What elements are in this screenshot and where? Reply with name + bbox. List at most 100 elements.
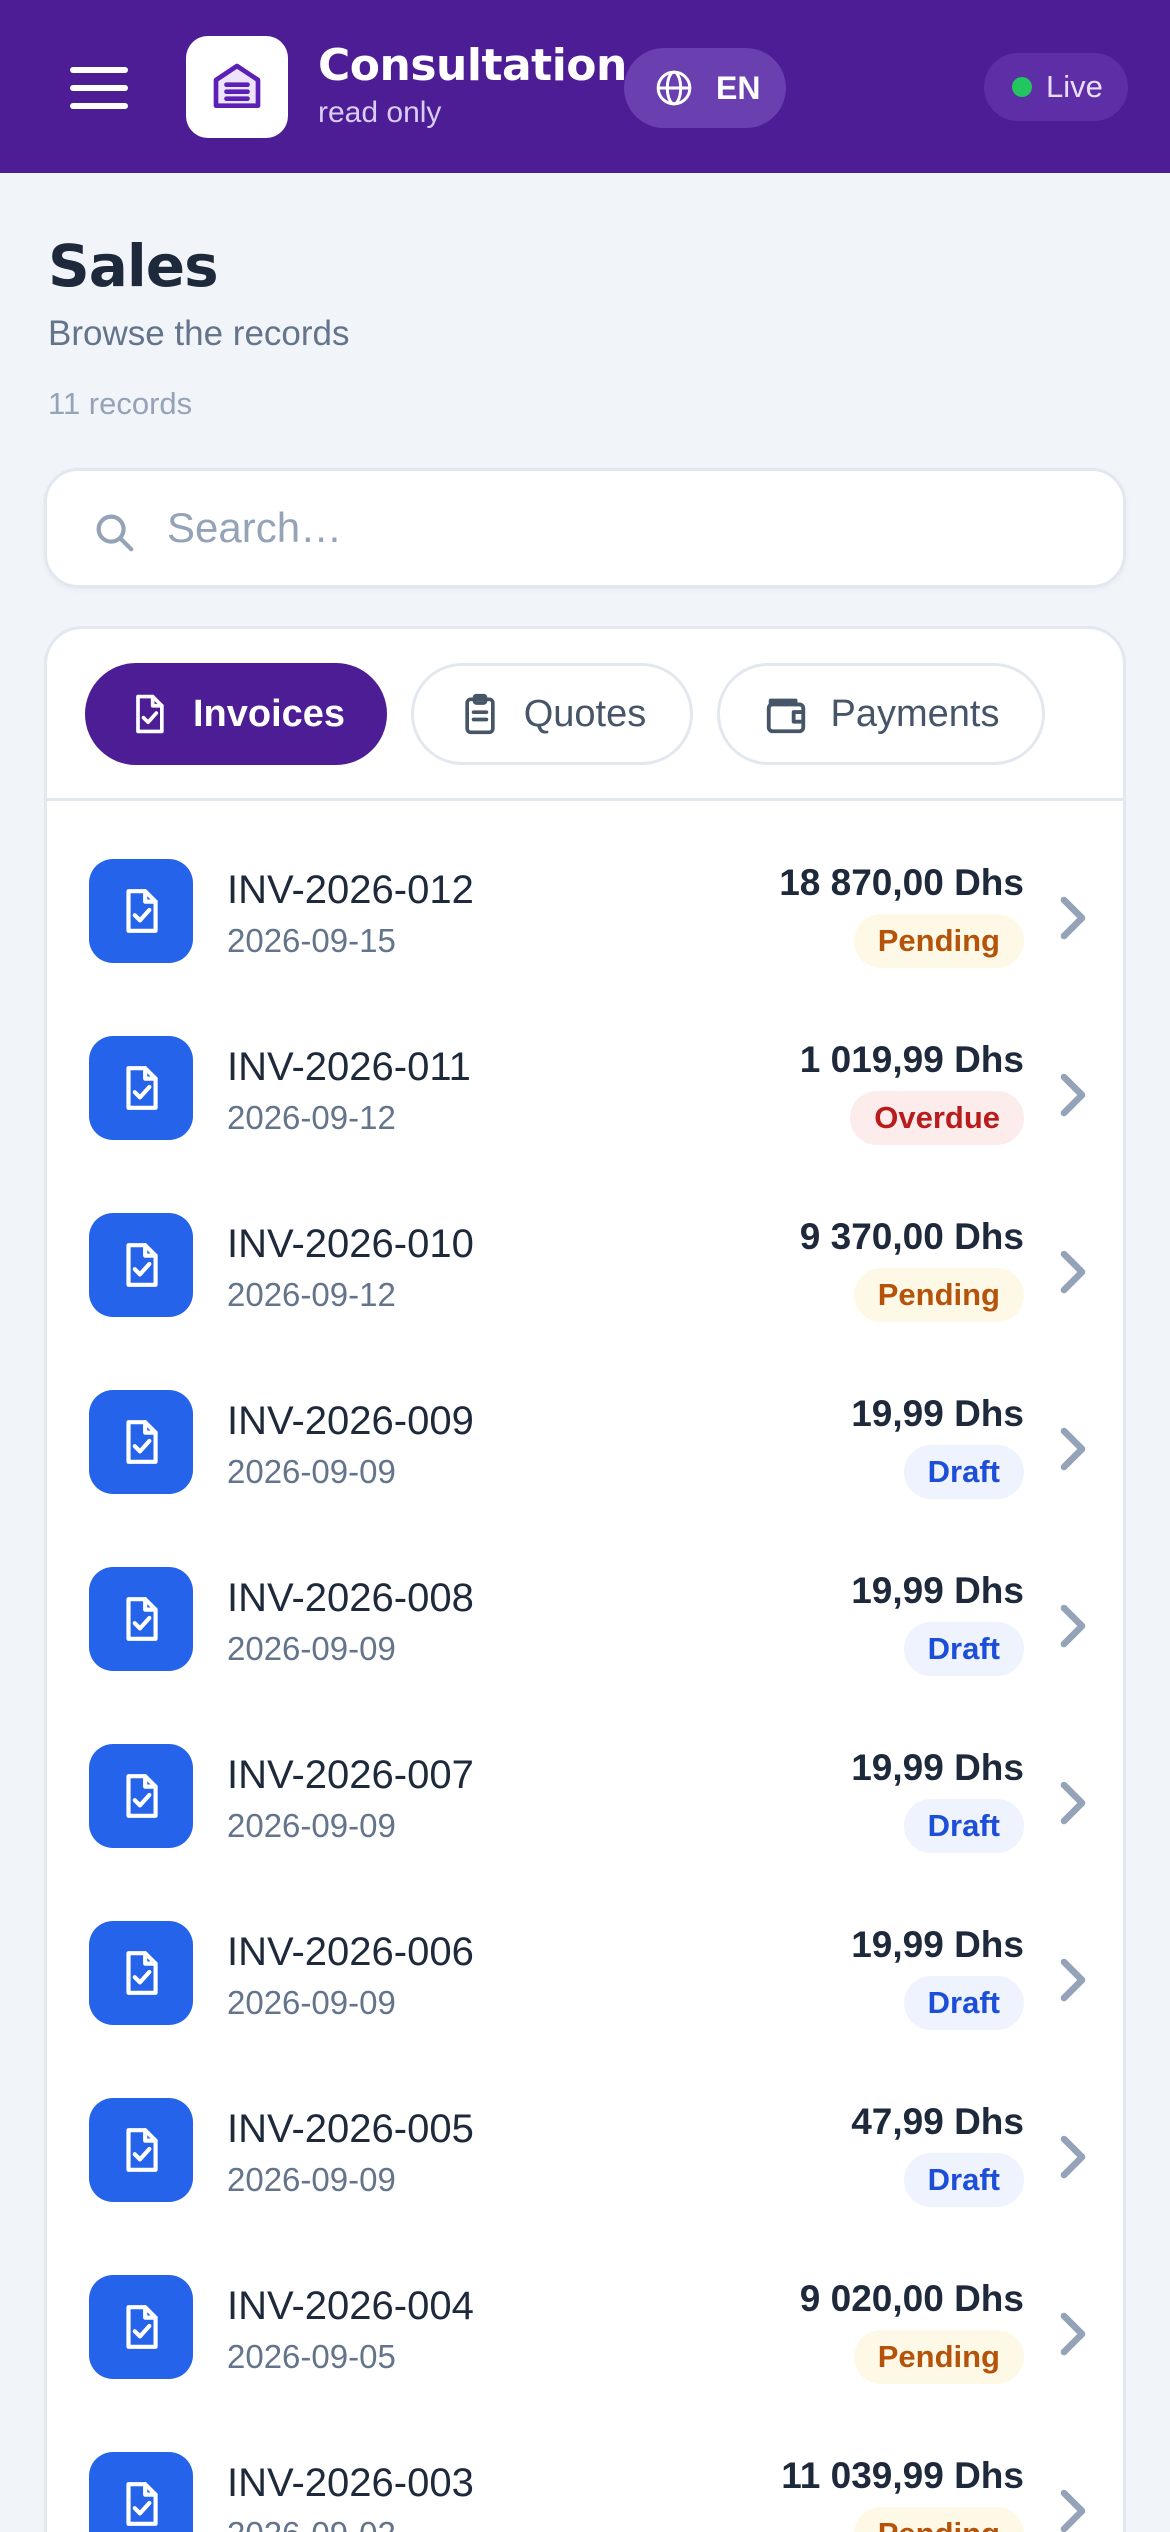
status-badge: Draft (903, 1976, 1024, 2030)
status-badge: Pending (853, 2507, 1024, 2532)
invoice-row[interactable]: INV-2026-004 2026-09-05 9 020,00 Dhs Pen… (47, 2220, 1123, 2397)
chevron-right-icon (1060, 2489, 1086, 2532)
invoice-row[interactable]: INV-2026-008 2026-09-09 19,99 Dhs Draft (47, 1512, 1123, 1689)
invoice-amount: 9 370,00 Dhs (799, 1216, 1024, 1257)
invoice-icon (89, 1036, 193, 1140)
tab-invoices-label: Invoices (192, 692, 346, 735)
page-subtitle: Browse the records (48, 314, 350, 353)
status-badge: Pending (853, 2330, 1024, 2384)
invoice-row[interactable]: INV-2026-009 2026-09-09 19,99 Dhs Draft (47, 1335, 1123, 1512)
invoice-list: INV-2026-012 2026-09-15 18 870,00 Dhs Pe… (47, 804, 1123, 2532)
invoice-icon (89, 2275, 193, 2379)
invoice-date: 2026-09-09 (227, 1807, 396, 1844)
search-box (44, 468, 1126, 588)
invoice-amount: 18 870,00 Dhs (779, 862, 1024, 903)
invoice-number: INV-2026-006 (227, 1930, 474, 1974)
invoice-amount: 19,99 Dhs (851, 1570, 1024, 1611)
invoice-icon (136, 694, 164, 734)
live-status-badge: Live (984, 53, 1128, 121)
invoice-icon (89, 1213, 193, 1317)
status-badge: Pending (853, 1268, 1024, 1322)
status-badge: Overdue (850, 1091, 1024, 1145)
search-icon (96, 514, 134, 552)
invoice-number: INV-2026-012 (227, 868, 474, 912)
invoice-icon (89, 859, 193, 963)
invoice-amount: 9 020,00 Dhs (799, 2278, 1024, 2319)
invoice-date: 2026-09-02 (227, 2515, 396, 2532)
language-button[interactable]: EN (624, 48, 786, 128)
invoice-number: INV-2026-008 (227, 1576, 474, 1620)
invoice-icon (89, 1390, 193, 1494)
invoice-amount: 19,99 Dhs (851, 1924, 1024, 1965)
invoice-icon (89, 1567, 193, 1671)
invoice-number: INV-2026-009 (227, 1399, 474, 1443)
live-status-label: Live (1046, 69, 1103, 104)
invoice-date: 2026-09-05 (227, 2338, 396, 2375)
logo (186, 36, 288, 138)
invoice-amount: 11 039,99 Dhs (781, 2455, 1024, 2496)
invoice-row[interactable]: INV-2026-006 2026-09-09 19,99 Dhs Draft (47, 1866, 1123, 2043)
language-label: EN (716, 69, 761, 106)
invoice-number: INV-2026-007 (227, 1753, 474, 1797)
invoice-number: INV-2026-005 (227, 2107, 474, 2151)
invoice-number: INV-2026-011 (227, 1045, 471, 1089)
chevron-right-icon (1060, 896, 1086, 940)
invoice-date: 2026-09-09 (227, 1984, 396, 2021)
records-card: Invoices Quotes Payments INV-2026-012 20… (44, 626, 1126, 2532)
tab-quotes-label: Quotes (523, 692, 647, 735)
invoice-number: INV-2026-004 (227, 2284, 474, 2328)
invoice-row[interactable]: INV-2026-011 2026-09-12 1 019,99 Dhs Ove… (47, 981, 1123, 1158)
invoice-icon (89, 1744, 193, 1848)
app-header: Consultation read only EN Live (0, 0, 1170, 173)
invoice-row[interactable]: INV-2026-010 2026-09-12 9 370,00 Dhs Pen… (47, 1158, 1123, 1335)
invoice-row[interactable]: INV-2026-005 2026-09-09 47,99 Dhs Draft (47, 2043, 1123, 2220)
status-badge: Draft (903, 2153, 1024, 2207)
invoice-date: 2026-09-09 (227, 1630, 396, 1667)
chevron-right-icon (1060, 2312, 1086, 2356)
invoice-icon (89, 2098, 193, 2202)
invoice-row[interactable]: INV-2026-012 2026-09-15 18 870,00 Dhs Pe… (47, 804, 1123, 981)
globe-icon (656, 70, 692, 106)
chevron-right-icon (1060, 1781, 1086, 1825)
invoice-date: 2026-09-09 (227, 1453, 396, 1490)
chevron-right-icon (1060, 1604, 1086, 1648)
record-count: 11 records (48, 386, 193, 421)
app-subtitle: read only (318, 96, 442, 129)
chevron-right-icon (1060, 1958, 1086, 2002)
live-dot-icon (1012, 77, 1032, 97)
chevron-right-icon (1060, 1250, 1086, 1294)
menu-icon[interactable] (70, 67, 128, 109)
status-badge: Pending (853, 914, 1024, 968)
invoice-date: 2026-09-12 (227, 1099, 396, 1136)
page-title: Sales (48, 232, 219, 300)
status-badge: Draft (903, 1622, 1024, 1676)
tab-payments[interactable]: Payments (717, 663, 1045, 765)
search-input[interactable] (167, 491, 1087, 565)
status-badge: Draft (903, 1445, 1024, 1499)
chevron-right-icon (1060, 2135, 1086, 2179)
tab-quotes[interactable]: Quotes (411, 663, 693, 765)
chevron-right-icon (1060, 1427, 1086, 1471)
clipboard-icon (465, 693, 495, 735)
invoice-number: INV-2026-003 (227, 2461, 474, 2505)
building-icon (213, 63, 261, 108)
invoice-row[interactable]: INV-2026-007 2026-09-09 19,99 Dhs Draft (47, 1689, 1123, 1866)
wallet-icon (766, 698, 805, 734)
tab-bar: Invoices Quotes Payments (47, 629, 1123, 801)
tab-invoices[interactable]: Invoices (85, 663, 387, 765)
invoice-icon (89, 1921, 193, 2025)
invoice-amount: 19,99 Dhs (851, 1393, 1024, 1434)
invoice-date: 2026-09-15 (227, 922, 396, 959)
invoice-number: INV-2026-010 (227, 1222, 474, 1266)
invoice-row[interactable]: INV-2026-003 2026-09-02 11 039,99 Dhs Pe… (47, 2397, 1123, 2532)
invoice-amount: 1 019,99 Dhs (799, 1039, 1024, 1080)
invoice-date: 2026-09-09 (227, 2161, 396, 2198)
invoice-amount: 47,99 Dhs (851, 2101, 1024, 2142)
invoice-date: 2026-09-12 (227, 1276, 396, 1313)
invoice-icon (89, 2452, 193, 2532)
chevron-right-icon (1060, 1073, 1086, 1117)
invoice-amount: 19,99 Dhs (851, 1747, 1024, 1788)
status-badge: Draft (903, 1799, 1024, 1853)
app-title: Consultation (318, 40, 627, 91)
tab-payments-label: Payments (830, 692, 1000, 735)
